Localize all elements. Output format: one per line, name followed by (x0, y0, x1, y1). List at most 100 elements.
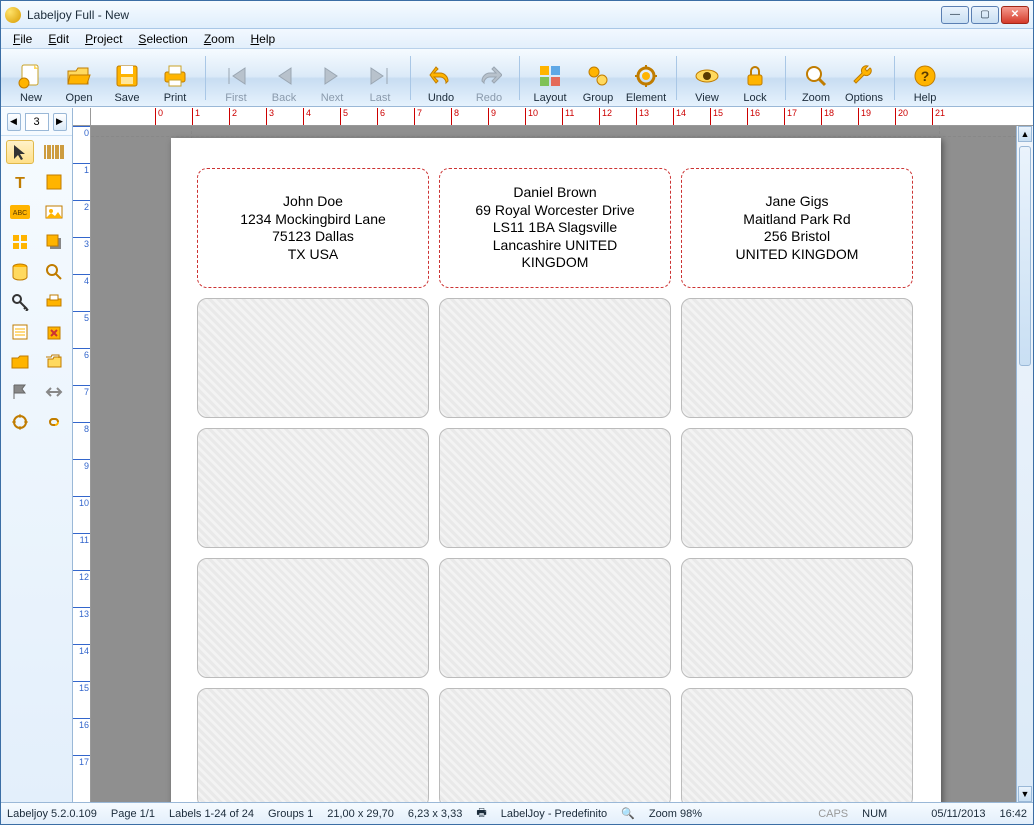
menu-project[interactable]: Project (77, 32, 130, 46)
open-button[interactable]: Open (55, 52, 103, 104)
tool-palette: T ABC (1, 136, 72, 802)
new-button[interactable]: New (7, 52, 55, 104)
margin-guide (91, 136, 1016, 137)
zoom-button[interactable]: Zoom (792, 52, 840, 104)
folder-tool[interactable] (6, 350, 34, 374)
menu-help[interactable]: Help (243, 32, 284, 46)
label-cell[interactable] (439, 688, 671, 802)
status-num: NUM (862, 808, 887, 820)
view-button[interactable]: View (683, 52, 731, 104)
element-button[interactable]: Element (622, 52, 670, 104)
toolbar-separator (785, 56, 786, 100)
canvas[interactable]: John Doe1234 Mockingbird Lane75123 Dalla… (91, 126, 1016, 802)
label-cell[interactable] (439, 298, 671, 418)
first-button[interactable]: First (212, 52, 260, 104)
eye-icon (693, 62, 721, 90)
app-icon (5, 7, 21, 23)
arrows-tool[interactable] (40, 380, 68, 404)
image-tool[interactable] (40, 200, 68, 224)
label-line: LS11 1BA Slagsville (493, 219, 617, 237)
options-button[interactable]: Options (840, 52, 888, 104)
label-cell[interactable] (681, 428, 913, 548)
last-button[interactable]: Last (356, 52, 404, 104)
label-cell[interactable] (197, 428, 429, 548)
app-window: Labeljoy Full - New — ▢ ✕ File Edit Proj… (0, 0, 1034, 825)
canvas-area: 0123456789101112131415161718192021 01234… (73, 108, 1033, 802)
folders-tool[interactable] (40, 350, 68, 374)
group-button[interactable]: Group (574, 52, 622, 104)
close-button[interactable]: ✕ (1001, 6, 1029, 24)
menu-zoom[interactable]: Zoom (196, 32, 243, 46)
scroll-down-button[interactable]: ▼ (1018, 786, 1032, 802)
minimize-button[interactable]: — (941, 6, 969, 24)
label-line: 69 Royal Worcester Drive (475, 202, 634, 220)
next-button[interactable]: Next (308, 52, 356, 104)
scroll-thumb[interactable] (1019, 146, 1031, 366)
save-button[interactable]: Save (103, 52, 151, 104)
page[interactable]: John Doe1234 Mockingbird Lane75123 Dalla… (171, 138, 941, 802)
status-pagesize: 21,00 x 29,70 (327, 808, 394, 820)
open-icon (65, 62, 93, 90)
vertical-scrollbar[interactable]: ▲ ▼ (1016, 126, 1033, 802)
left-panel: ◀ 3 ▶ T ABC (1, 108, 73, 802)
checklist-tool[interactable] (6, 320, 34, 344)
page-prev-button[interactable]: ◀ (7, 113, 21, 131)
db-tool[interactable] (6, 260, 34, 284)
printer-icon: 🖶 (476, 804, 486, 823)
zoom-icon: 🔍 (621, 807, 635, 820)
scroll-up-button[interactable]: ▲ (1018, 126, 1032, 142)
link-tool[interactable] (40, 410, 68, 434)
label-cell[interactable] (439, 428, 671, 548)
work-area: ◀ 3 ▶ T ABC (1, 107, 1033, 802)
help-button[interactable]: ?Help (901, 52, 949, 104)
label-cell[interactable] (197, 558, 429, 678)
label-cell[interactable]: John Doe1234 Mockingbird Lane75123 Dalla… (197, 168, 429, 288)
label-line: KINGDOM (522, 254, 589, 272)
layout-button[interactable]: Layout (526, 52, 574, 104)
label-cell[interactable] (439, 558, 671, 678)
menu-file[interactable]: File (5, 32, 40, 46)
menu-edit[interactable]: Edit (40, 32, 77, 46)
label-cell[interactable] (681, 688, 913, 802)
group-icon (584, 62, 612, 90)
menu-selection[interactable]: Selection (130, 32, 195, 46)
label-line: Daniel Brown (513, 184, 596, 202)
vertical-ruler[interactable]: 01234567891011121314151617 (73, 126, 91, 802)
shadow-tool[interactable] (40, 230, 68, 254)
shape-tool[interactable] (40, 170, 68, 194)
pointer-tool[interactable] (6, 140, 34, 164)
target-tool[interactable] (6, 410, 34, 434)
toolbar-separator (205, 56, 206, 100)
redo-button[interactable]: Redo (465, 52, 513, 104)
label-cell[interactable]: Jane GigsMaitland Park Rd256 BristolUNIT… (681, 168, 913, 288)
label-cell[interactable] (197, 298, 429, 418)
text-tool[interactable]: T (6, 170, 34, 194)
find-tool[interactable] (40, 260, 68, 284)
print-tool[interactable] (40, 290, 68, 314)
label-line: Jane Gigs (765, 193, 828, 211)
label-cell[interactable] (197, 688, 429, 802)
label-cell[interactable]: Daniel Brown69 Royal Worcester DriveLS11… (439, 168, 671, 288)
undo-button[interactable]: Undo (417, 52, 465, 104)
delete-tool[interactable] (40, 320, 68, 344)
page-number-field[interactable]: 3 (25, 113, 49, 131)
grid-tool[interactable] (6, 230, 34, 254)
label-cell[interactable] (681, 298, 913, 418)
svg-text:ABC: ABC (12, 210, 26, 217)
page-next-button[interactable]: ▶ (53, 113, 67, 131)
titlebar[interactable]: Labeljoy Full - New — ▢ ✕ (1, 1, 1033, 29)
first-icon (222, 62, 250, 90)
abc-tool[interactable]: ABC (6, 200, 34, 224)
flag-tool[interactable] (6, 380, 34, 404)
maximize-button[interactable]: ▢ (971, 6, 999, 24)
horizontal-ruler[interactable]: 0123456789101112131415161718192021 (91, 108, 1033, 126)
status-labels: Labels 1-24 of 24 (169, 808, 254, 820)
barcode-tool[interactable] (40, 140, 68, 164)
print-button[interactable]: Print (151, 52, 199, 104)
status-groups: Groups 1 (268, 808, 313, 820)
key-tool[interactable] (6, 290, 34, 314)
label-cell[interactable] (681, 558, 913, 678)
toolbar-separator (894, 56, 895, 100)
lock-button[interactable]: Lock (731, 52, 779, 104)
back-button[interactable]: Back (260, 52, 308, 104)
